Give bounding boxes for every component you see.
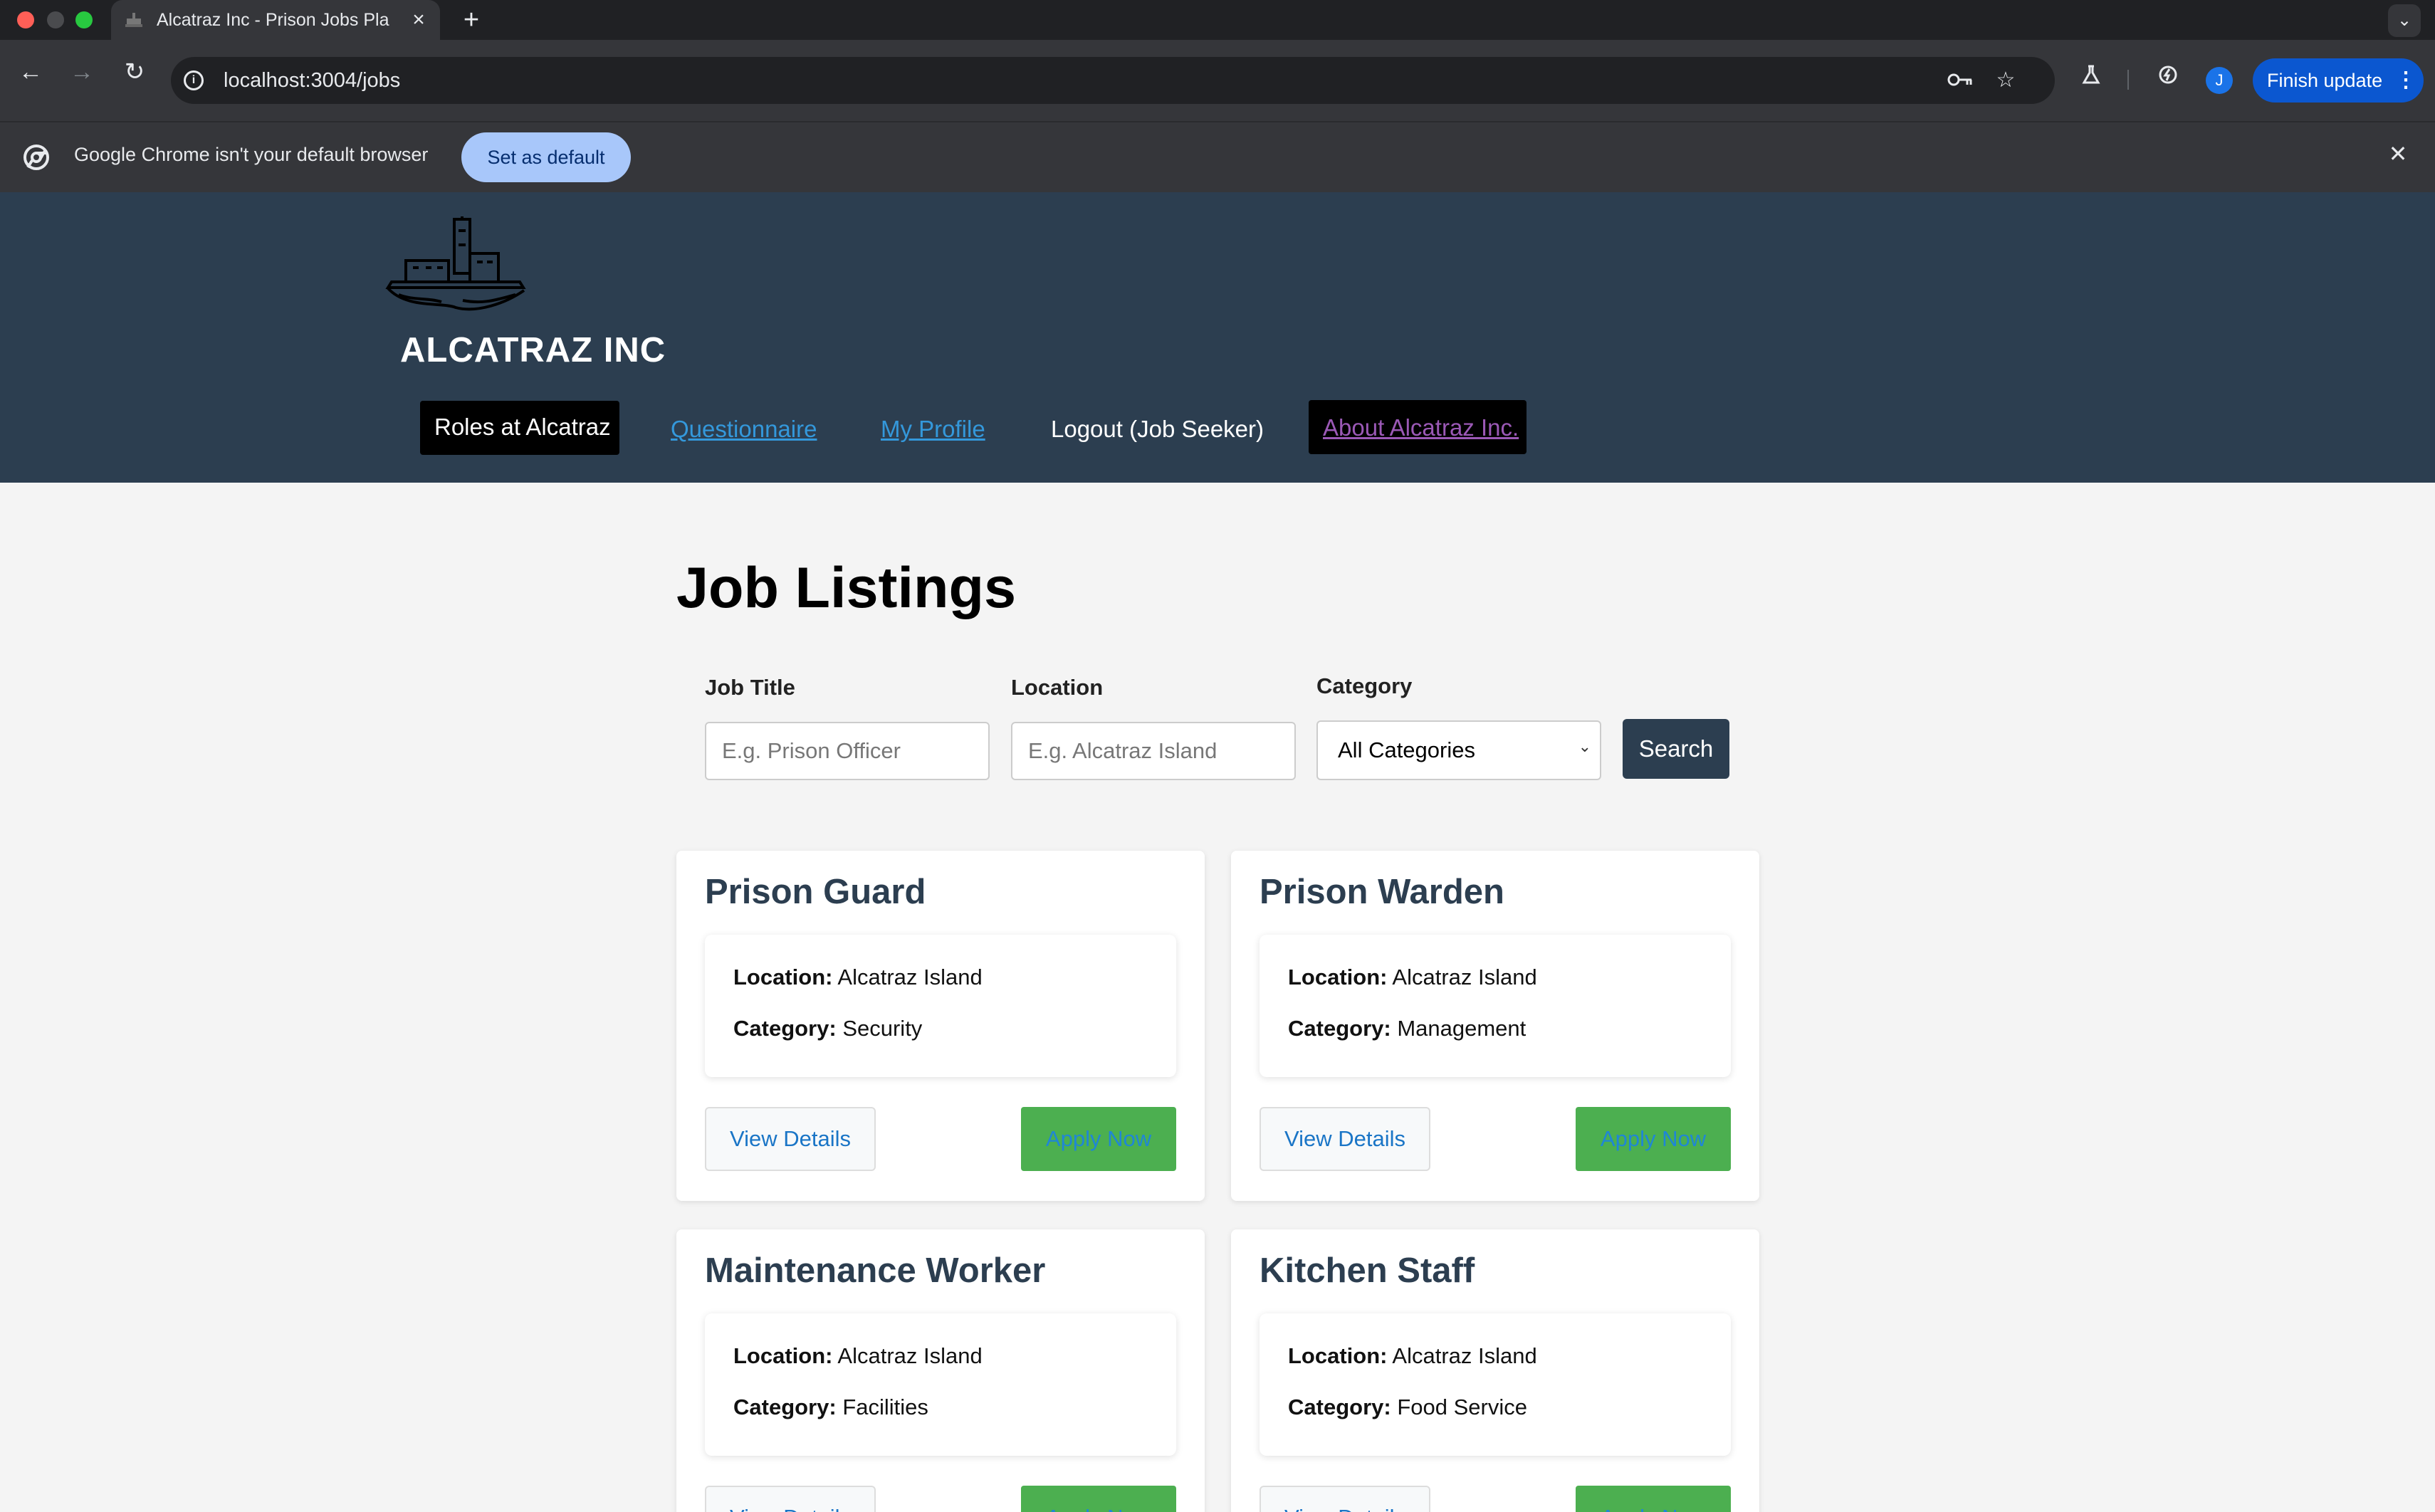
toolbar-separator [2127,70,2129,90]
location-label: Location [1011,675,1104,700]
category-field-label: Category: [1288,1016,1391,1041]
nav-about-label: About Alcatraz Inc. [1323,414,1519,441]
category-label: Category [1316,673,1413,698]
brand-name: ALCATRAZ INC [400,331,666,369]
apply-now-button[interactable]: Apply Now [1576,1107,1731,1171]
password-key-icon[interactable] [1945,65,1975,95]
address-bar[interactable]: i localhost:3004/jobs ☆ [171,57,2055,104]
default-browser-infobar: Google Chrome isn't your default browser… [0,121,2435,192]
back-button[interactable]: ← [14,56,47,88]
job-location-line: Location: Alcatraz Island [1288,965,1537,990]
job-info-box: Location: Alcatraz Island Category: Secu… [705,935,1176,1077]
profile-avatar[interactable]: J [2206,67,2233,94]
performance-icon[interactable] [2153,64,2183,94]
view-details-button[interactable]: View Details [705,1486,876,1512]
finish-update-button[interactable]: Finish update ⋮ [2253,58,2424,103]
job-info-box: Location: Alcatraz Island Category: Mana… [1260,935,1731,1077]
view-details-button[interactable]: View Details [705,1107,876,1171]
location-field-label: Location: [1288,1343,1388,1368]
chevron-down-icon: ⌄ [1578,737,1591,755]
location-field-label: Location: [733,965,833,989]
job-card: Maintenance Worker Location: Alcatraz Is… [676,1229,1205,1512]
location-field-label: Location: [1288,965,1388,989]
job-title: Prison Guard [705,873,926,911]
job-location-line: Location: Alcatraz Island [1288,1343,1537,1369]
nav-about-alcatraz[interactable]: About Alcatraz Inc. [1309,400,1527,454]
job-location: Alcatraz Island [837,965,983,989]
labs-flask-icon[interactable] [2076,64,2106,94]
job-category: Management [1397,1016,1527,1041]
tab-title: Alcatraz Inc - Prison Jobs Pla [157,10,389,30]
finish-update-label: Finish update [2267,70,2383,91]
view-details-button[interactable]: View Details [1260,1107,1430,1171]
nav-roles-label: Roles at Alcatraz [434,414,611,440]
tab-close-icon[interactable]: × [406,7,431,33]
apply-now-button[interactable]: Apply Now [1021,1107,1176,1171]
job-location: Alcatraz Island [1392,1343,1537,1368]
job-location: Alcatraz Island [837,1343,983,1368]
category-field-label: Category: [1288,1395,1391,1419]
category-field-label: Category: [733,1395,837,1419]
search-button[interactable]: Search [1623,719,1729,779]
tab-search-button[interactable]: ⌄ [2388,4,2421,37]
job-category: Facilities [842,1395,928,1419]
apply-now-button[interactable]: Apply Now [1576,1486,1731,1512]
job-info-box: Location: Alcatraz Island Category: Faci… [705,1313,1176,1456]
nav-my-profile-link[interactable]: My Profile [881,416,985,443]
new-tab-button[interactable]: + [456,4,487,36]
job-category-line: Category: Management [1288,1016,1526,1041]
close-window-button[interactable] [17,11,34,28]
bookmark-star-icon[interactable]: ☆ [1991,65,2021,95]
job-title-label: Job Title [705,675,795,700]
category-select[interactable]: All Categories ⌄ [1316,720,1601,780]
reload-button[interactable]: ↻ [118,56,151,88]
category-selected-value: All Categories [1338,737,1475,762]
set-as-default-button[interactable]: Set as default [461,132,631,182]
url-text: localhost:3004/jobs [224,69,401,92]
browser-toolbar: ← → ↻ i localhost:3004/jobs ☆ J Finish u… [0,40,2435,121]
location-field-label: Location: [733,1343,833,1368]
page-title: Job Listings [676,556,1017,620]
nav-logout-link[interactable]: Logout (Job Seeker) [1051,416,1264,443]
browser-tabstrip: Alcatraz Inc - Prison Jobs Pla × + ⌄ [0,0,2435,40]
alcatraz-favicon-icon [125,13,142,27]
apply-now-button[interactable]: Apply Now [1021,1486,1176,1512]
site-info-icon[interactable]: i [184,70,204,90]
job-location: Alcatraz Island [1392,965,1537,989]
job-title: Maintenance Worker [705,1251,1046,1290]
location-input[interactable] [1011,722,1296,780]
job-title-input[interactable] [705,722,990,780]
view-details-button[interactable]: View Details [1260,1486,1430,1512]
site-header: ALCATRAZ INC Roles at Alcatraz Questionn… [0,192,2435,483]
infobar-message: Google Chrome isn't your default browser [74,144,429,165]
forward-button[interactable]: → [66,56,98,88]
minimize-window-button[interactable] [47,11,64,28]
alcatraz-logo [385,216,526,311]
job-category-line: Category: Food Service [1288,1395,1527,1420]
job-category: Security [842,1016,923,1041]
browser-tab[interactable]: Alcatraz Inc - Prison Jobs Pla × [111,0,440,40]
job-location-line: Location: Alcatraz Island [733,1343,983,1369]
nav-questionnaire-link[interactable]: Questionnaire [671,416,817,443]
category-field-label: Category: [733,1016,837,1041]
menu-dots-icon: ⋮ [2395,68,2416,92]
chrome-logo-icon [23,145,49,170]
maximize-window-button[interactable] [75,11,93,28]
infobar-close-icon[interactable]: ✕ [2384,140,2412,168]
job-title: Kitchen Staff [1260,1251,1475,1290]
job-card: Kitchen Staff Location: Alcatraz Island … [1231,1229,1759,1512]
job-title: Prison Warden [1260,873,1504,911]
job-card: Prison Guard Location: Alcatraz Island C… [676,851,1205,1201]
job-category-line: Category: Facilities [733,1395,928,1420]
job-location-line: Location: Alcatraz Island [733,965,983,990]
nav-roles-at-alcatraz[interactable]: Roles at Alcatraz [420,401,619,455]
job-info-box: Location: Alcatraz Island Category: Food… [1260,1313,1731,1456]
job-category-line: Category: Security [733,1016,922,1041]
job-category: Food Service [1397,1395,1527,1419]
job-card: Prison Warden Location: Alcatraz Island … [1231,851,1759,1201]
